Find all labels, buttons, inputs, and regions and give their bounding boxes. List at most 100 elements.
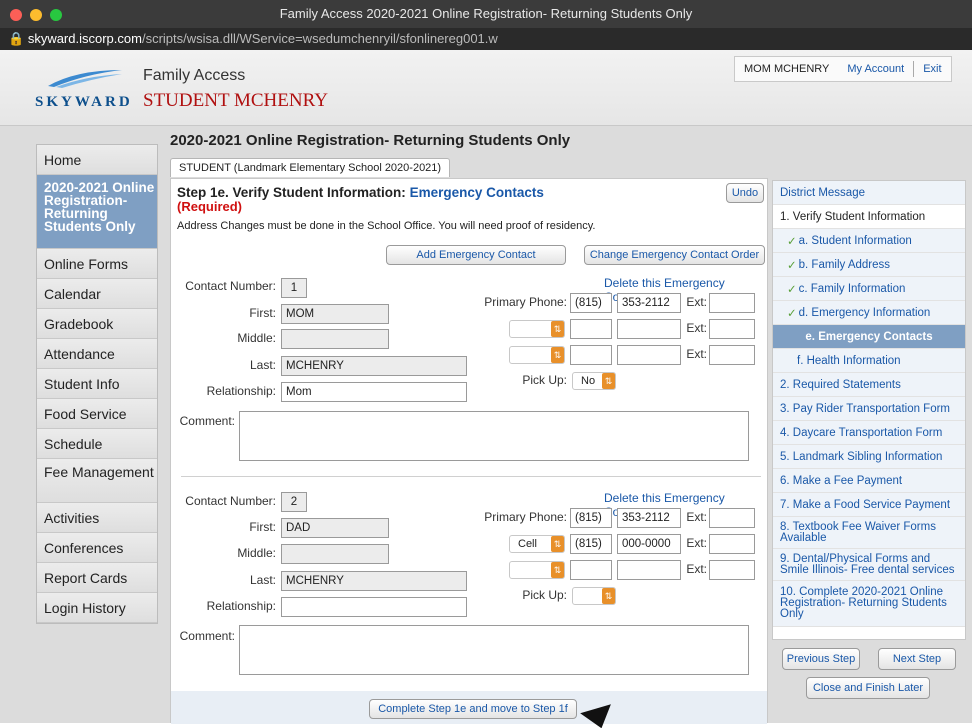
minimize-window-icon[interactable]	[30, 9, 42, 21]
side-item-family-information[interactable]: ✓ c. Family Information	[773, 277, 965, 301]
student-name: STUDENT MCHENRY	[143, 90, 328, 111]
pick-up-select[interactable]: ⇅	[572, 587, 616, 605]
phone-type-select[interactable]: ⇅	[509, 320, 565, 338]
address-bar[interactable]: 🔒 skyward.iscorp.com/scripts/wsisa.dll/W…	[0, 28, 972, 50]
phone-type-select[interactable]: ⇅	[509, 561, 565, 579]
ext-field[interactable]	[709, 508, 755, 528]
phone-type-select[interactable]: ⇅	[509, 346, 565, 364]
nav-item-calendar[interactable]: Calendar	[37, 279, 157, 309]
complete-step-button[interactable]: Complete Step 1e and move to Step 1f	[369, 699, 577, 719]
ext-label: Ext:	[686, 562, 707, 576]
side-item-daycare[interactable]: 4. Daycare Transportation Form	[773, 421, 965, 445]
exit-link[interactable]: Exit	[914, 63, 950, 75]
ext-field[interactable]	[709, 319, 755, 339]
middle-name-field[interactable]	[281, 329, 389, 349]
comment-label: Comment:	[179, 629, 235, 643]
side-item-district-message[interactable]: District Message	[773, 181, 965, 205]
phone-number-field[interactable]: 353-2112	[617, 508, 681, 528]
check-icon: ✓	[787, 307, 797, 320]
nav-item-schedule[interactable]: Schedule	[37, 429, 157, 459]
window-titlebar: Family Access 2020-2021 Online Registrat…	[0, 0, 972, 28]
nav-item-fee-management[interactable]: Fee Management	[37, 459, 157, 503]
side-item-label: d. Emergency Information	[798, 306, 931, 319]
ext-field[interactable]	[709, 560, 755, 580]
ext-label: Ext:	[686, 510, 707, 524]
comment-textarea[interactable]	[239, 625, 749, 675]
pick-up-select[interactable]: No ⇅	[572, 372, 616, 390]
comment-textarea[interactable]	[239, 411, 749, 461]
side-item-required-statements[interactable]: 2. Required Statements	[773, 373, 965, 397]
my-account-link[interactable]: My Account	[838, 63, 913, 75]
middle-label: Middle:	[237, 546, 276, 560]
side-item-sibling[interactable]: 5. Landmark Sibling Information	[773, 445, 965, 469]
window-title: Family Access 2020-2021 Online Registrat…	[279, 6, 693, 21]
side-item-health-information[interactable]: f. Health Information	[773, 349, 965, 373]
nav-item-student-info[interactable]: Student Info	[37, 369, 157, 399]
contact-number-label: Contact Number:	[185, 494, 276, 508]
phone-number-field[interactable]	[617, 345, 681, 365]
nav-item-food-service[interactable]: Food Service	[37, 399, 157, 429]
nav-item-online-registration[interactable]: 2020-2021 Online Registration- Returning…	[37, 175, 157, 249]
previous-step-button[interactable]: Previous Step	[782, 648, 860, 670]
nav-item-login-history[interactable]: Login History	[37, 593, 157, 623]
relationship-field[interactable]: Mom	[281, 382, 467, 402]
skyward-swoosh-icon	[48, 70, 122, 88]
pick-up-label: Pick Up:	[522, 588, 567, 602]
add-emergency-contact-button[interactable]: Add Emergency Contact	[386, 245, 566, 265]
close-window-icon[interactable]	[10, 9, 22, 21]
phone-area-field[interactable]: (815)	[570, 508, 612, 528]
page-body: Home 2020-2021 Online Registration- Retu…	[0, 126, 972, 724]
side-item-food-payment[interactable]: 7. Make a Food Service Payment	[773, 493, 965, 517]
undo-button[interactable]: Undo	[726, 183, 764, 203]
tab-student[interactable]: STUDENT (Landmark Elementary School 2020…	[170, 158, 451, 177]
zoom-window-icon[interactable]	[50, 9, 62, 21]
next-step-button[interactable]: Next Step	[878, 648, 956, 670]
phone-area-field[interactable]	[570, 560, 612, 580]
nav-item-report-cards[interactable]: Report Cards	[37, 563, 157, 593]
side-item-student-information[interactable]: ✓ a. Student Information	[773, 229, 965, 253]
side-item-emergency-information[interactable]: ✓ d. Emergency Information	[773, 301, 965, 325]
last-name-field[interactable]: MCHENRY	[281, 356, 467, 376]
nav-item-home[interactable]: Home	[37, 145, 157, 175]
comment-label: Comment:	[179, 414, 235, 428]
phone-number-field[interactable]	[617, 319, 681, 339]
check-icon: ✓	[787, 259, 797, 272]
side-item-family-address[interactable]: ✓ b. Family Address	[773, 253, 965, 277]
side-item-verify-student[interactable]: 1. Verify Student Information	[773, 205, 965, 229]
ext-field[interactable]	[709, 345, 755, 365]
nav-item-conferences[interactable]: Conferences	[37, 533, 157, 563]
side-item-pay-rider[interactable]: 3. Pay Rider Transportation Form	[773, 397, 965, 421]
side-item-complete-registration[interactable]: 10. Complete 2020-2021 Online Registrati…	[773, 581, 965, 627]
ext-field[interactable]	[709, 293, 755, 313]
phone-area-field[interactable]: (815)	[570, 293, 612, 313]
phone-number-field[interactable]	[617, 560, 681, 580]
phone-area-field[interactable]	[570, 345, 612, 365]
nav-item-online-forms[interactable]: Online Forms	[37, 249, 157, 279]
nav-item-attendance[interactable]: Attendance	[37, 339, 157, 369]
relationship-field[interactable]	[281, 597, 467, 617]
side-item-dental[interactable]: 9. Dental/Physical Forms and Smile Illin…	[773, 549, 965, 581]
step-sidebar: District Message 1. Verify Student Infor…	[772, 180, 966, 640]
phone-area-field[interactable]: (815)	[570, 534, 612, 554]
address-note: Address Changes must be done in the Scho…	[177, 220, 596, 232]
side-item-fee-payment[interactable]: 6. Make a Fee Payment	[773, 469, 965, 493]
nav-item-gradebook[interactable]: Gradebook	[37, 309, 157, 339]
side-item-emergency-contacts[interactable]: e. Emergency Contacts	[773, 325, 965, 349]
middle-label: Middle:	[237, 331, 276, 345]
select-arrow-icon: ⇅	[551, 347, 564, 363]
step-title: Step 1e. Verify Student Information: Eme…	[177, 185, 544, 200]
phone-number-field[interactable]: 353-2112	[617, 293, 681, 313]
ext-field[interactable]	[709, 534, 755, 554]
change-contact-order-button[interactable]: Change Emergency Contact Order	[584, 245, 765, 265]
phone-type-select[interactable]: Cell ⇅	[509, 535, 565, 553]
close-finish-later-button[interactable]: Close and Finish Later	[806, 677, 930, 699]
side-item-textbook-waiver[interactable]: 8. Textbook Fee Waiver Forms Available	[773, 517, 965, 549]
phone-number-field[interactable]: 000-0000	[617, 534, 681, 554]
first-name-field[interactable]: MOM	[281, 304, 389, 324]
phone-area-field[interactable]	[570, 319, 612, 339]
primary-phone-label: Primary Phone:	[484, 510, 567, 524]
last-name-field[interactable]: MCHENRY	[281, 571, 467, 591]
first-name-field[interactable]: DAD	[281, 518, 389, 538]
middle-name-field[interactable]	[281, 544, 389, 564]
nav-item-activities[interactable]: Activities	[37, 503, 157, 533]
